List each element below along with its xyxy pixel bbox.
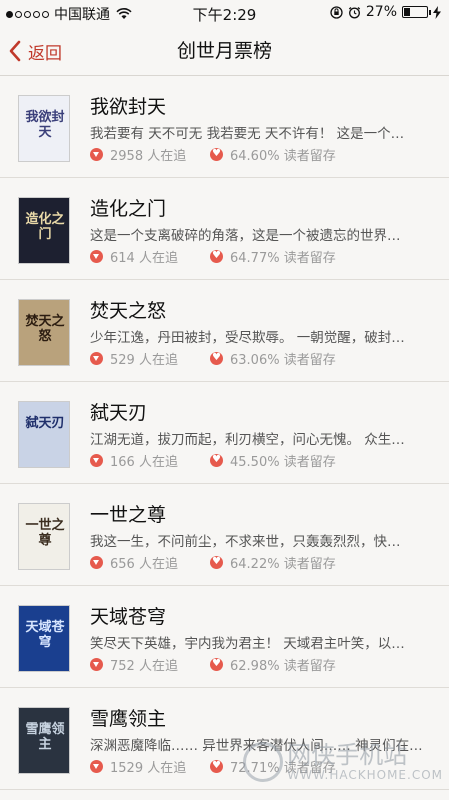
watermark-url: WWW.HACKHOME.COM	[287, 768, 443, 782]
watermark-text-group: 网侠手机站 WWW.HACKHOME.COM	[287, 742, 443, 782]
retention-stat: 64.22% 读者留存	[210, 553, 336, 572]
book-description: 我这一生，不问前尘，不求来世，只轰轰烈烈，快…	[90, 534, 401, 550]
retention-stat: 45.50% 读者留存	[210, 451, 336, 470]
follow-count-icon	[90, 352, 103, 365]
status-right: 27%	[330, 4, 441, 20]
book-cover-title: 造化之门	[25, 212, 65, 242]
retention-stat: 62.98% 读者留存	[210, 655, 336, 674]
retention-rate: 45.50% 读者留存	[230, 455, 336, 470]
watermark-text: 网侠手机站	[287, 741, 408, 769]
readers-count: 656 人在追	[110, 557, 178, 572]
follow-count-icon	[90, 760, 103, 773]
book-title: 一世之尊	[90, 504, 167, 526]
readers-count: 752 人在追	[110, 659, 178, 674]
book-stats: 529 人在追 63.06% 读者留存	[90, 349, 336, 368]
follow-count-icon	[90, 556, 103, 569]
follow-count-icon	[90, 250, 103, 263]
book-description: 少年江逸，丹田被封，受尽欺辱。 一朝觉醒，破封…	[90, 330, 405, 346]
rotation-lock-icon	[330, 5, 343, 19]
book-cover-title: 雪鹰领主	[25, 722, 65, 752]
watermark-logo-icon	[243, 742, 284, 782]
book-title: 造化之门	[90, 198, 167, 220]
heart-icon	[210, 656, 223, 671]
readers-count: 2958 人在追	[110, 149, 187, 164]
retention-rate: 64.77% 读者留存	[230, 251, 336, 266]
battery-percent: 27%	[365, 4, 397, 20]
readers-stat: 166 人在追	[90, 451, 210, 470]
book-list-item[interactable]: 焚天之怒 焚天之怒 少年江逸，丹田被封，受尽欺辱。 一朝觉醒，破封… 529 人…	[0, 280, 449, 382]
readers-stat: 752 人在追	[90, 655, 210, 674]
watermark: 网侠手机站 WWW.HACKHOME.COM	[243, 742, 443, 782]
book-cover[interactable]: 我欲封天	[18, 95, 70, 162]
battery-fill	[404, 8, 410, 16]
book-list: 我欲封天 我欲封天 我若要有 天不可无 我若要无 天不许有！ 这是一个… 295…	[0, 76, 449, 790]
readers-count: 529 人在追	[110, 353, 178, 368]
book-cover[interactable]: 雪鹰领主	[18, 707, 70, 774]
book-cover-title: 焚天之怒	[25, 314, 65, 344]
readers-stat: 656 人在追	[90, 553, 210, 572]
retention-stat: 64.60% 读者留存	[210, 145, 336, 164]
book-title: 焚天之怒	[90, 300, 167, 322]
book-cover-title: 我欲封天	[25, 110, 65, 140]
page-title: 创世月票榜	[176, 40, 272, 62]
book-cover-title: 一世之尊	[25, 518, 65, 548]
readers-count: 1529 人在追	[110, 761, 187, 776]
status-bar: 中国联通 下午2:29 27%	[0, 0, 449, 26]
book-list-item[interactable]: 弑天刃 弑天刃 江湖无道，拔刀而起，利刃横空，问心无愧。 众生… 166 人在追…	[0, 382, 449, 484]
book-cover-title: 天域苍穹	[25, 620, 65, 650]
book-cover[interactable]: 弑天刃	[18, 401, 70, 468]
book-description: 江湖无道，拔刀而起，利刃横空，问心无愧。 众生…	[90, 432, 405, 448]
book-cover[interactable]: 一世之尊	[18, 503, 70, 570]
retention-stat: 64.77% 读者留存	[210, 247, 336, 266]
readers-stat: 2958 人在追	[90, 145, 210, 164]
book-stats: 614 人在追 64.77% 读者留存	[90, 247, 336, 266]
follow-count-icon	[90, 454, 103, 467]
heart-icon	[210, 248, 223, 263]
book-title: 我欲封天	[90, 96, 167, 118]
book-description: 我若要有 天不可无 我若要无 天不许有！ 这是一个…	[90, 126, 405, 142]
retention-rate: 62.98% 读者留存	[230, 659, 336, 674]
retention-rate: 64.60% 读者留存	[230, 149, 336, 164]
readers-stat: 529 人在追	[90, 349, 210, 368]
retention-rate: 64.22% 读者留存	[230, 557, 336, 572]
retention-rate: 63.06% 读者留存	[230, 353, 336, 368]
book-title: 天域苍穹	[90, 606, 167, 628]
book-cover-title: 弑天刃	[25, 416, 65, 431]
book-list-item[interactable]: 一世之尊 一世之尊 我这一生，不问前尘，不求来世，只轰轰烈烈，快… 656 人在…	[0, 484, 449, 586]
heart-icon	[210, 146, 223, 161]
readers-stat: 1529 人在追	[90, 757, 210, 776]
book-list-item[interactable]: 我欲封天 我欲封天 我若要有 天不可无 我若要无 天不许有！ 这是一个… 295…	[0, 76, 449, 178]
retention-stat: 63.06% 读者留存	[210, 349, 336, 368]
book-cover[interactable]: 造化之门	[18, 197, 70, 264]
heart-icon	[210, 350, 223, 365]
readers-stat: 614 人在追	[90, 247, 210, 266]
book-cover[interactable]: 天域苍穹	[18, 605, 70, 672]
alarm-icon	[348, 6, 361, 18]
charging-icon	[433, 5, 441, 19]
book-stats: 656 人在追 64.22% 读者留存	[90, 553, 336, 572]
nav-bar: 返回 创世月票榜	[0, 26, 449, 76]
book-title: 雪鹰领主	[90, 708, 167, 730]
book-description: 笑尽天下英雄，宇内我为君主！ 天域君主叶笑，以…	[90, 636, 405, 652]
book-description: 这是一个支离破碎的角落，这是一个被遗忘的世界…	[90, 228, 401, 244]
book-list-item[interactable]: 天域苍穹 天域苍穹 笑尽天下英雄，宇内我为君主！ 天域君主叶笑，以… 752 人…	[0, 586, 449, 688]
book-stats: 2958 人在追 64.60% 读者留存	[90, 145, 336, 164]
readers-count: 166 人在追	[110, 455, 178, 470]
readers-count: 614 人在追	[110, 251, 178, 266]
heart-icon	[210, 452, 223, 467]
book-cover[interactable]: 焚天之怒	[18, 299, 70, 366]
book-stats: 166 人在追 45.50% 读者留存	[90, 451, 336, 470]
follow-count-icon	[90, 658, 103, 671]
heart-icon	[210, 554, 223, 569]
heart-icon	[210, 758, 223, 773]
book-list-item[interactable]: 造化之门 造化之门 这是一个支离破碎的角落，这是一个被遗忘的世界… 614 人在…	[0, 178, 449, 280]
follow-count-icon	[90, 148, 103, 161]
battery-icon	[402, 6, 431, 18]
book-stats: 752 人在追 62.98% 读者留存	[90, 655, 336, 674]
book-title: 弑天刃	[90, 402, 148, 424]
